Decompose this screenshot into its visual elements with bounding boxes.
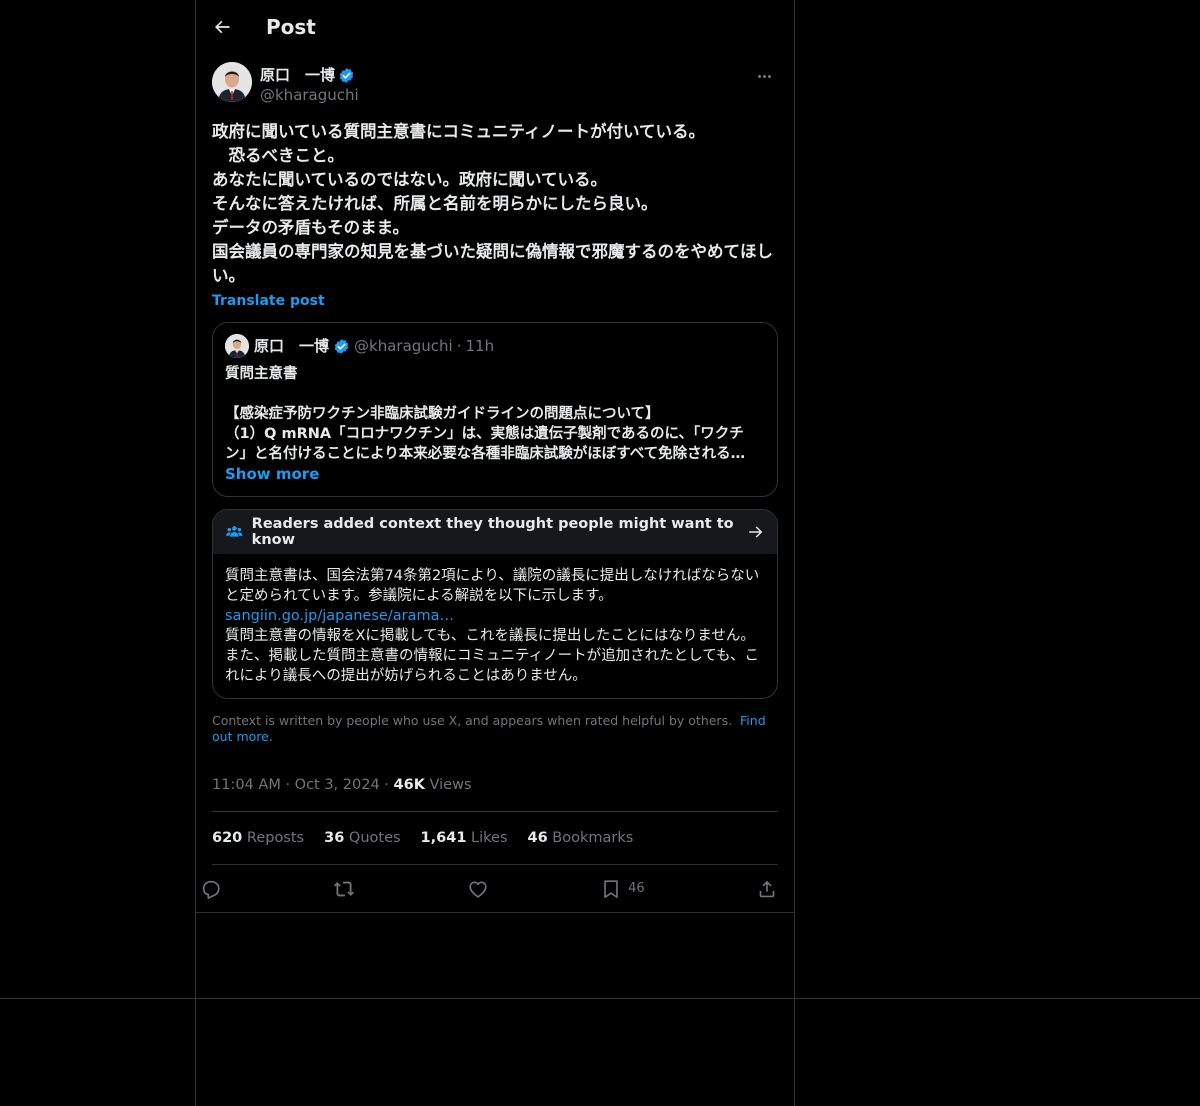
quoted-avatar bbox=[225, 334, 249, 358]
separator-dot: · bbox=[456, 337, 462, 355]
post-timestamp: 11:04 AM · Oct 3, 2024 · 46K Views bbox=[212, 775, 778, 795]
repost-icon bbox=[334, 881, 355, 896]
post-text: 政府に聞いている質問主意書にコミュニティノートが付いている。 恐るべきこと。 あ… bbox=[212, 122, 773, 285]
heart-icon bbox=[469, 880, 487, 898]
views-count: 46K bbox=[393, 777, 425, 793]
bookmarks-count: 46 bbox=[527, 830, 548, 846]
separator-dot: · bbox=[384, 777, 389, 793]
community-note-source-link[interactable]: sangiin.go.jp/japanese/arama… bbox=[225, 606, 454, 626]
context-disclaimer-text: Context is written by people who use X, … bbox=[212, 713, 733, 728]
more-icon bbox=[757, 74, 761, 78]
verified-badge-icon bbox=[334, 338, 349, 354]
engagement-stats: 620 Reposts 36 Quotes 1,641 Likes 46 Boo… bbox=[212, 811, 778, 865]
author-handle[interactable]: @kharaguchi bbox=[260, 85, 359, 105]
bookmarks-label: Bookmarks bbox=[552, 830, 634, 846]
arrow-right-icon bbox=[747, 523, 765, 541]
quoted-author-handle: @kharaguchi bbox=[354, 337, 453, 355]
column-border-right bbox=[794, 0, 795, 1106]
share-icon bbox=[759, 880, 775, 897]
author-row: 原口 一博 @kharaguchi bbox=[212, 62, 778, 108]
author-name[interactable]: 原口 一博 bbox=[260, 65, 335, 85]
reply-icon bbox=[202, 880, 220, 899]
action-bar: 46 bbox=[196, 865, 794, 913]
repost-button[interactable] bbox=[333, 878, 355, 900]
quotes-count: 36 bbox=[324, 830, 345, 846]
community-note-header[interactable]: Readers added context they thought peopl… bbox=[213, 510, 777, 554]
community-note: Readers added context they thought peopl… bbox=[212, 509, 778, 699]
page-header: Post bbox=[196, 0, 794, 54]
avatar[interactable] bbox=[212, 62, 252, 102]
column-border-left bbox=[195, 0, 196, 1106]
post-date[interactable]: Oct 3, 2024 bbox=[295, 777, 380, 793]
quotes-label: Quotes bbox=[348, 830, 401, 846]
bookmark-button[interactable]: 46 bbox=[600, 878, 645, 900]
more-icon-dot bbox=[762, 74, 766, 78]
more-button[interactable] bbox=[750, 66, 778, 86]
reposts-count: 620 bbox=[212, 830, 243, 846]
community-note-body: 質問主意書は、国会法第74条第2項により、議院の議長に提出しなければならないと定… bbox=[213, 554, 777, 698]
back-arrow-icon bbox=[215, 20, 230, 34]
quoted-post-text: 質問主意書 【感染症予防ワクチン非臨床試験ガイドラインの問題点について】 （1）… bbox=[225, 366, 746, 462]
author-name-line: 原口 一博 bbox=[260, 65, 359, 85]
quotes-stat[interactable]: 36 Quotes bbox=[324, 830, 400, 846]
likes-count: 1,641 bbox=[420, 830, 467, 846]
show-more-link[interactable]: Show more bbox=[225, 464, 765, 484]
bookmark-count: 46 bbox=[628, 881, 645, 896]
community-note-paragraph: 質問主意書は、国会法第74条第2項により、議院の議長に提出しなければならないと定… bbox=[225, 568, 760, 604]
quoted-post[interactable]: 原口 一博 @kharaguchi · 11h 質問主意書 【感染症予防ワクチン… bbox=[212, 322, 778, 497]
quoted-post-time: 11h bbox=[465, 337, 495, 355]
author-meta: 原口 一博 @kharaguchi bbox=[260, 65, 359, 105]
community-note-paragraph: 質問主意書の情報をXに掲載しても、これを議長に提出したことにはなりません。また、… bbox=[225, 628, 760, 684]
quoted-post-header: 原口 一博 @kharaguchi · 11h bbox=[225, 334, 765, 358]
share-button[interactable] bbox=[756, 878, 778, 900]
back-button[interactable] bbox=[204, 9, 240, 45]
bookmarks-stat[interactable]: 46 Bookmarks bbox=[528, 830, 634, 846]
like-button[interactable] bbox=[467, 878, 489, 900]
quoted-author-name: 原口 一博 bbox=[254, 337, 330, 355]
reposts-label: Reposts bbox=[246, 830, 305, 846]
page-title: Post bbox=[266, 15, 316, 39]
more-icon-dot bbox=[767, 74, 771, 78]
reposts-stat[interactable]: 620 Reposts bbox=[212, 830, 304, 846]
community-notes-icon bbox=[226, 526, 243, 537]
likes-label: Likes bbox=[471, 830, 508, 846]
bookmark-icon bbox=[604, 879, 618, 898]
context-disclaimer: Context is written by people who use X, … bbox=[212, 713, 778, 745]
reply-button[interactable] bbox=[200, 878, 222, 900]
post: 原口 一博 @kharaguchi 政府に聞いている質問主意書にコミュニティノー… bbox=[196, 62, 794, 913]
post-time[interactable]: 11:04 AM bbox=[212, 777, 281, 793]
translate-post-link[interactable]: Translate post bbox=[212, 289, 325, 313]
verified-badge-icon bbox=[339, 67, 354, 83]
likes-stat[interactable]: 1,641 Likes bbox=[421, 830, 508, 846]
community-note-title: Readers added context they thought peopl… bbox=[251, 516, 734, 548]
separator-dot: · bbox=[285, 777, 291, 793]
horizontal-divider bbox=[0, 998, 1200, 999]
views-label: Views bbox=[429, 777, 472, 793]
